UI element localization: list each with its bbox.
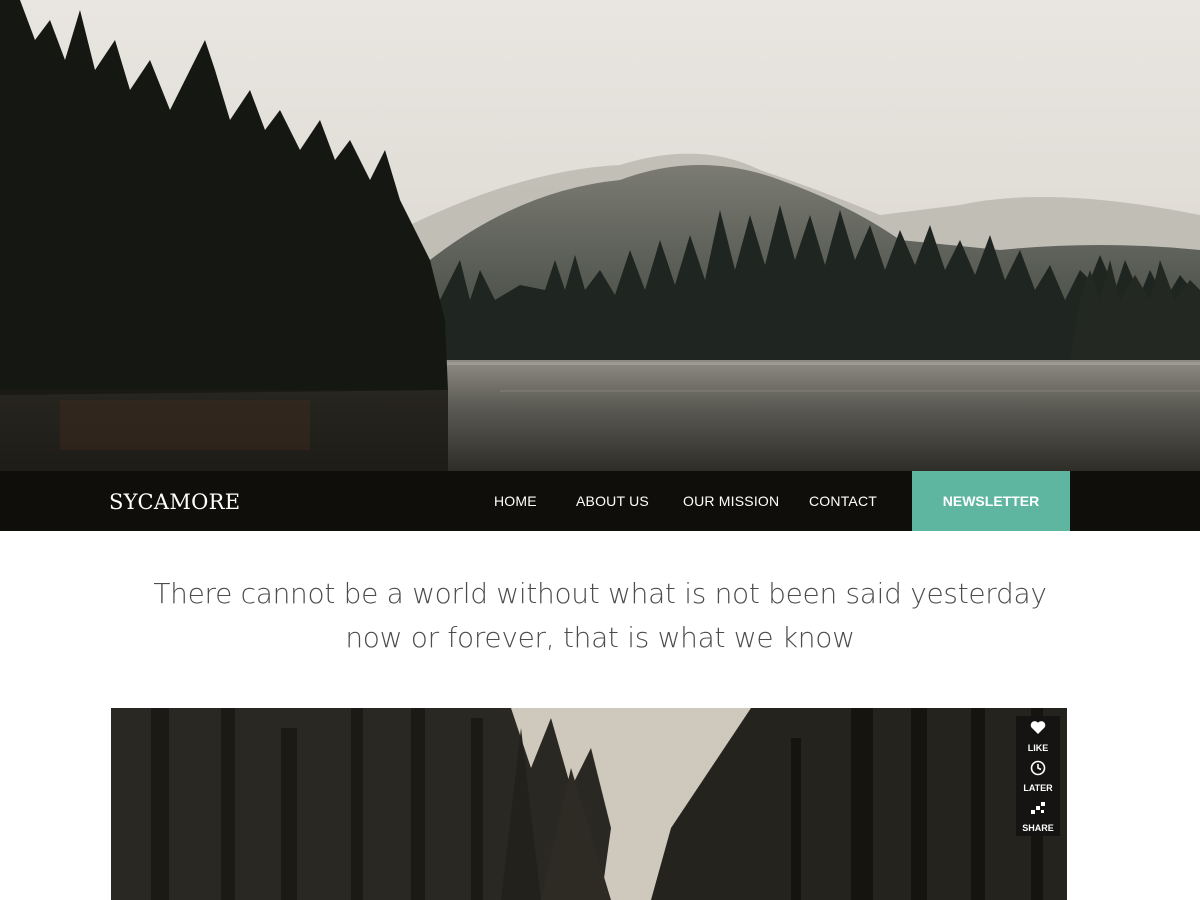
newsletter-button[interactable]: NEWSLETTER — [912, 471, 1070, 531]
forest-silhouette-illustration — [111, 708, 1067, 900]
share-label: SHARE — [1022, 823, 1054, 833]
nav-about-us[interactable]: ABOUT US — [576, 471, 649, 531]
nav-contact[interactable]: CONTACT — [809, 471, 877, 531]
clock-icon — [1016, 756, 1060, 782]
forest-photo — [111, 708, 1067, 900]
like-button[interactable]: LIKE — [1016, 716, 1060, 756]
lake-forest-illustration — [0, 0, 1200, 471]
hero-image — [0, 0, 1200, 471]
tagline: There cannot be a world without what is … — [100, 572, 1100, 660]
tagline-line-2: now or forever, that is what we know — [345, 621, 855, 654]
social-actions: LIKE LATER SHARE — [1016, 716, 1060, 836]
nav-our-mission[interactable]: OUR MISSION — [683, 471, 779, 531]
heart-icon — [1016, 716, 1060, 742]
nav-home[interactable]: HOME — [494, 471, 537, 531]
later-button[interactable]: LATER — [1016, 756, 1060, 796]
tagline-line-1: There cannot be a world without what is … — [153, 577, 1047, 610]
site-logo[interactable]: SYCAMORE — [109, 471, 240, 531]
share-icon — [1016, 796, 1060, 822]
later-label: LATER — [1023, 783, 1053, 793]
like-label: LIKE — [1027, 743, 1049, 753]
main-navigation: SYCAMORE HOME ABOUT US OUR MISSION CONTA… — [0, 471, 1200, 531]
share-button[interactable]: SHARE — [1016, 796, 1060, 836]
